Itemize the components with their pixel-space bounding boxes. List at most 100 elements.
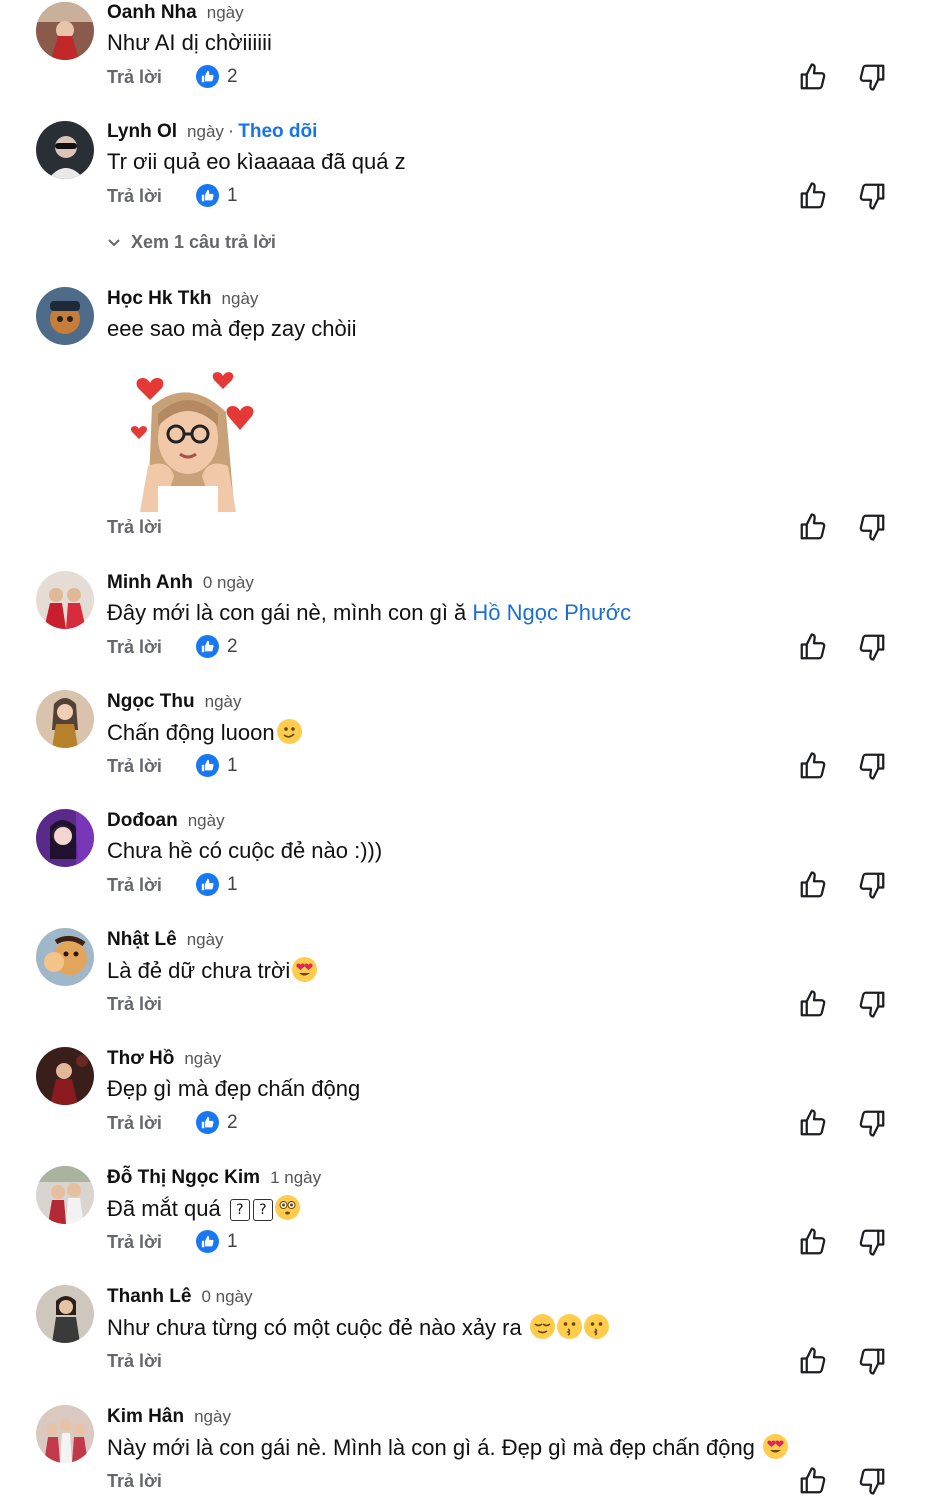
- follow-button[interactable]: Theo dõi: [238, 121, 317, 142]
- view-replies-label: Xem 1 câu trả lời: [131, 232, 276, 252]
- like-badge-icon: [196, 1111, 219, 1134]
- comment-text-body: Chấn động luoon: [107, 720, 275, 745]
- avatar[interactable]: [36, 1047, 94, 1105]
- comment-text-body: Này mới là con gái nè. Mình là con gì á.…: [107, 1435, 755, 1460]
- missing-glyph-icon: ?: [229, 1199, 250, 1221]
- thumbs-up-icon[interactable]: [798, 870, 828, 900]
- commenter-name[interactable]: Kim Hân ngày: [107, 1406, 231, 1428]
- commenter-name[interactable]: Lynh Ol ngày · Theo dõi: [107, 121, 317, 143]
- thumbs-up-icon[interactable]: [798, 632, 828, 662]
- comment-text-body: Đây mới là con gái nè, mình con gì ă: [107, 600, 467, 625]
- thumbs-down-icon[interactable]: [857, 1108, 887, 1138]
- like-count: 2: [196, 1111, 238, 1134]
- reply-button[interactable]: Trả lời: [107, 1113, 162, 1134]
- like-badge-icon: [196, 754, 219, 777]
- commenter-name[interactable]: Thơ Hồ ngày: [107, 1048, 221, 1070]
- view-replies-link[interactable]: Xem 1 câu trả lời: [107, 232, 276, 253]
- avatar[interactable]: [36, 2, 94, 60]
- avatar[interactable]: [36, 928, 94, 986]
- comment-text: Đây mới là con gái nè, mình con gì ă Hồ …: [107, 600, 631, 626]
- thumbs-up-icon[interactable]: [798, 62, 828, 92]
- like-count-value: 2: [227, 65, 238, 87]
- reply-button[interactable]: Trả lời: [107, 756, 162, 777]
- comment-text-body: Là đẻ dữ chưa trời: [107, 958, 291, 983]
- avatar[interactable]: [36, 571, 94, 629]
- like-badge-icon: [196, 1230, 219, 1253]
- melting-face-emoji-icon: [276, 719, 302, 744]
- commenter-name[interactable]: Minh Anh 0 ngày: [107, 572, 254, 594]
- like-count: 1: [196, 754, 238, 777]
- thumbs-down-icon[interactable]: [857, 751, 887, 781]
- comment-text-body: Đã mắt quá: [107, 1196, 221, 1221]
- commenter-name[interactable]: Đỗ Thị Ngọc Kim 1 ngày: [107, 1167, 321, 1189]
- commenter-name[interactable]: Dođoan ngày: [107, 810, 225, 832]
- like-count-value: 2: [227, 635, 238, 657]
- thumbs-up-icon[interactable]: [798, 751, 828, 781]
- comment-time: 0 ngày: [201, 1287, 253, 1306]
- commenter-name[interactable]: Học Hk Tkh ngày: [107, 288, 258, 310]
- avatar[interactable]: [36, 690, 94, 748]
- avatar[interactable]: [36, 121, 94, 179]
- thumbs-down-icon[interactable]: [857, 989, 887, 1019]
- heart-eyes-emoji-icon: [292, 957, 318, 982]
- commenter-name[interactable]: Ngọc Thu ngày: [107, 691, 241, 713]
- reply-button[interactable]: Trả lời: [107, 994, 162, 1015]
- mention-link[interactable]: Hồ Ngọc Phước: [472, 600, 631, 625]
- like-badge-icon: [196, 184, 219, 207]
- commenter-name[interactable]: Thanh Lê 0 ngày: [107, 1286, 253, 1308]
- avatar[interactable]: [36, 287, 94, 345]
- like-count-value: 1: [227, 184, 238, 206]
- comment-time: ngày: [187, 122, 224, 141]
- like-badge-icon: [196, 873, 219, 896]
- thumbs-down-icon[interactable]: [857, 632, 887, 662]
- avatar[interactable]: [36, 809, 94, 867]
- comment-text: Như chưa từng có một cuộc đẻ nào xảy ra: [107, 1314, 609, 1341]
- reply-button[interactable]: Trả lời: [107, 517, 162, 538]
- like-count: 1: [196, 1230, 238, 1253]
- comment-text: Này mới là con gái nè. Mình là con gì á.…: [107, 1434, 789, 1461]
- missing-glyph-icon: ?: [252, 1199, 273, 1221]
- like-count-value: 1: [227, 1230, 238, 1252]
- reply-button[interactable]: Trả lời: [107, 637, 162, 658]
- thumbs-up-icon[interactable]: [798, 1108, 828, 1138]
- like-count: 2: [196, 65, 238, 88]
- chevron-down-icon: [108, 238, 120, 246]
- thumbs-down-icon[interactable]: [857, 181, 887, 211]
- thumbs-down-icon[interactable]: [857, 1227, 887, 1257]
- comment-time: ngày: [184, 1049, 222, 1068]
- thumbs-down-icon[interactable]: [857, 1346, 887, 1376]
- reply-button[interactable]: Trả lời: [107, 1471, 162, 1492]
- comment-time: ngày: [206, 3, 244, 22]
- like-count: 2: [196, 635, 238, 658]
- avatar[interactable]: [36, 1405, 94, 1463]
- comment-text: Chưa hề có cuộc đẻ nào :))): [107, 838, 383, 863]
- like-count-value: 1: [227, 873, 238, 895]
- thumbs-up-icon[interactable]: [798, 1346, 828, 1376]
- reply-button[interactable]: Trả lời: [107, 1232, 162, 1253]
- commenter-name[interactable]: Nhật Lê ngày: [107, 929, 224, 951]
- thumbs-up-icon[interactable]: [798, 181, 828, 211]
- thumbs-down-icon[interactable]: [857, 62, 887, 92]
- thumbs-up-icon[interactable]: [798, 1466, 828, 1496]
- avatar[interactable]: [36, 1285, 94, 1343]
- thumbs-up-icon[interactable]: [798, 512, 828, 542]
- comment-text-body: Như chưa từng có một cuộc đẻ nào xảy ra: [107, 1315, 522, 1340]
- thumbs-down-icon[interactable]: [857, 512, 887, 542]
- reply-button[interactable]: Trả lời: [107, 1351, 162, 1372]
- comment-text: eee sao mà đẹp zay chòii: [107, 316, 357, 341]
- thumbs-down-icon[interactable]: [857, 870, 887, 900]
- commenter-name[interactable]: Oanh Nha ngày: [107, 2, 244, 24]
- reply-button[interactable]: Trả lời: [107, 875, 162, 896]
- thumbs-down-icon[interactable]: [857, 1466, 887, 1496]
- reply-button[interactable]: Trả lời: [107, 186, 162, 207]
- comment-text: Là đẻ dữ chưa trời: [107, 957, 318, 984]
- comment-time: ngày: [221, 289, 259, 308]
- like-count-value: 2: [227, 1111, 238, 1133]
- thumbs-up-icon[interactable]: [798, 989, 828, 1019]
- thumbs-up-icon[interactable]: [798, 1227, 828, 1257]
- avatar[interactable]: [36, 1166, 94, 1224]
- reply-button[interactable]: Trả lời: [107, 67, 162, 88]
- like-badge-icon: [196, 65, 219, 88]
- comment-time: 1 ngày: [270, 1168, 322, 1187]
- kissing-face-emoji-icon: [556, 1314, 582, 1339]
